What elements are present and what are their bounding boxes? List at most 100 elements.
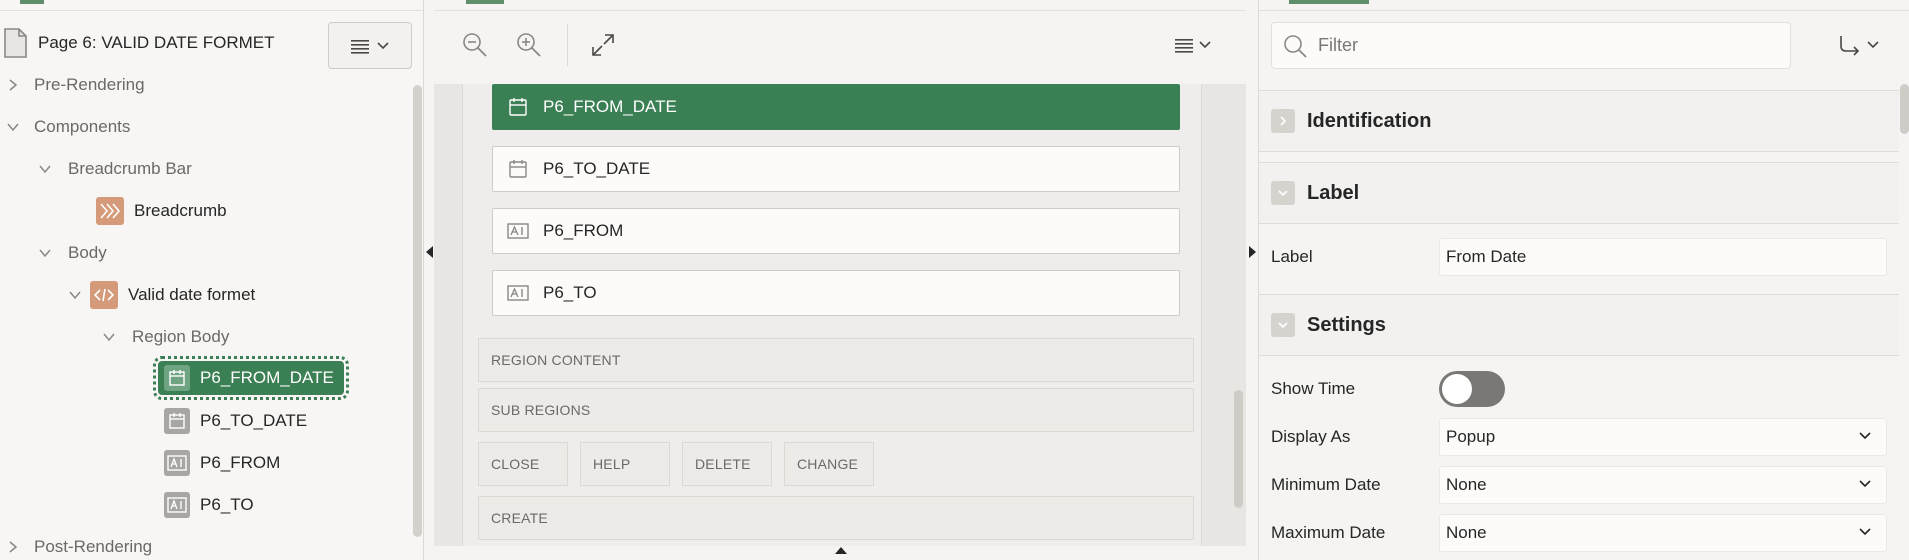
- slot-label: SUB REGIONS: [491, 402, 591, 418]
- page-node[interactable]: Page 6: VALID DATE FORMET: [0, 24, 275, 62]
- tree-node-p6-from[interactable]: P6_FROM: [164, 445, 280, 481]
- tree-node-p6-to[interactable]: P6_TO: [164, 487, 254, 523]
- chevron-down-icon: [39, 165, 51, 174]
- tree-scrollbar[interactable]: [413, 85, 422, 537]
- filter-input[interactable]: [1318, 35, 1758, 56]
- slot-label: DELETE: [695, 456, 751, 472]
- zoom-in-icon: [517, 33, 541, 57]
- hamburger-icon: [351, 39, 369, 54]
- text-field-icon: [507, 220, 529, 242]
- tree-node-p6-from-date[interactable]: P6_FROM_DATE: [153, 356, 349, 400]
- slot-close[interactable]: CLOSE: [478, 442, 568, 486]
- layout-item-p6-to-date[interactable]: P6_TO_DATE: [492, 146, 1180, 192]
- slot-label: CHANGE: [797, 456, 859, 472]
- tree-node-pre-rendering[interactable]: Pre-Rendering: [6, 67, 145, 103]
- chevron-down-icon: [1199, 41, 1211, 49]
- tree-node-label: Breadcrumb: [134, 201, 227, 220]
- slot-create[interactable]: CREATE: [478, 496, 1194, 540]
- tree-node-region-body[interactable]: Region Body: [102, 319, 229, 355]
- property-scrollbar[interactable]: [1900, 84, 1909, 134]
- chevron-down-icon: [1859, 432, 1871, 440]
- chevron-right-icon: [9, 79, 18, 91]
- tree-node-label: P6_TO_DATE: [200, 411, 308, 430]
- tree-node-label: Region Body: [132, 327, 230, 346]
- route-arrow-icon: [1840, 36, 1860, 56]
- tree-menu-button[interactable]: [328, 22, 412, 69]
- tree-node-label: Pre-Rendering: [34, 75, 145, 94]
- slot-sub-regions[interactable]: SUB REGIONS: [478, 388, 1194, 432]
- toolbar-divider: [567, 24, 568, 66]
- go-to-group-button[interactable]: [1829, 30, 1889, 60]
- property-value: Popup: [1446, 427, 1496, 446]
- layout-item-p6-from-date[interactable]: P6_FROM_DATE: [492, 84, 1180, 130]
- maximum-date-select[interactable]: None: [1439, 514, 1887, 552]
- tree-node-label: P6_FROM_DATE: [200, 368, 334, 387]
- section-label[interactable]: Label: [1259, 162, 1899, 224]
- page-title: Page 6: VALID DATE FORMET: [38, 33, 275, 52]
- tree-node-post-rendering[interactable]: Post-Rendering: [6, 529, 152, 560]
- text-field-icon: [507, 282, 529, 304]
- display-as-select[interactable]: Popup: [1439, 418, 1887, 456]
- tree-node-components[interactable]: Components: [6, 109, 130, 145]
- breadcrumb-icon: [96, 197, 124, 225]
- hamburger-icon: [1175, 39, 1193, 53]
- slot-help[interactable]: HELP: [580, 442, 670, 486]
- layout-item-p6-to[interactable]: P6_TO: [492, 270, 1180, 316]
- expand-gallery-icon[interactable]: [835, 547, 847, 554]
- layout-item-label: P6_FROM: [543, 221, 624, 240]
- chevron-down-icon: [377, 41, 389, 49]
- expand-button[interactable]: [588, 30, 618, 60]
- chevron-down-icon: [1271, 313, 1295, 337]
- tree-node-p6-to-date[interactable]: P6_TO_DATE: [164, 403, 307, 439]
- chevron-down-icon: [1867, 41, 1879, 49]
- property-filter[interactable]: [1271, 22, 1791, 69]
- chevron-down-icon: [39, 249, 51, 258]
- chevron-right-icon: [9, 541, 18, 553]
- zoom-out-icon: [463, 33, 487, 57]
- tree-node-body[interactable]: Body: [38, 235, 107, 271]
- minimum-date-select[interactable]: None: [1439, 466, 1887, 504]
- property-name: Minimum Date: [1271, 475, 1381, 494]
- property-name: Show Time: [1271, 379, 1356, 398]
- layout-canvas: P6_FROM_DATE P6_TO_DATE P6_FROM P6_TO RE…: [434, 84, 1246, 546]
- property-label: Label From Date: [1259, 236, 1899, 278]
- property-editor-pane: Identification Label Label From Date Set…: [1258, 0, 1909, 560]
- slot-region-content[interactable]: REGION CONTENT: [478, 338, 1194, 382]
- slot-label: HELP: [593, 456, 631, 472]
- tree-node-breadcrumb[interactable]: Breadcrumb: [96, 193, 227, 229]
- zoom-in-button[interactable]: [514, 30, 544, 60]
- label-value-field[interactable]: From Date: [1439, 238, 1887, 276]
- rendering-tree-pane: Page 6: VALID DATE FORMET Pre-Rendering …: [0, 0, 424, 560]
- layout-scrollbar[interactable]: [1234, 390, 1243, 508]
- property-name: Label: [1271, 247, 1313, 266]
- chevron-down-icon: [1271, 181, 1295, 205]
- tree-node-region-valid-date-formet[interactable]: Valid date formet: [68, 277, 255, 313]
- pane-top-border: [0, 10, 424, 11]
- slot-delete[interactable]: DELETE: [682, 442, 772, 486]
- pane-top-border: [1259, 10, 1909, 11]
- layout-item-p6-from[interactable]: P6_FROM: [492, 208, 1180, 254]
- layout-pane: P6_FROM_DATE P6_TO_DATE P6_FROM P6_TO RE…: [434, 0, 1246, 560]
- slot-change[interactable]: CHANGE: [784, 442, 874, 486]
- section-title: Settings: [1307, 313, 1386, 336]
- property-value: From Date: [1446, 247, 1527, 266]
- tree-node-label: Valid date formet: [128, 285, 256, 304]
- active-tab-indicator: [466, 0, 504, 4]
- show-time-toggle[interactable]: [1439, 371, 1505, 407]
- section-settings[interactable]: Settings: [1259, 294, 1899, 356]
- tree-node-label: P6_FROM: [200, 453, 281, 472]
- expand-icon: [592, 34, 614, 56]
- text-field-icon: [164, 450, 190, 476]
- zoom-out-button[interactable]: [460, 30, 490, 60]
- tree-node-breadcrumb-bar[interactable]: Breadcrumb Bar: [38, 151, 192, 187]
- collapse-left-pane-icon[interactable]: [426, 246, 433, 258]
- collapse-right-pane-icon[interactable]: [1249, 246, 1256, 258]
- calendar-icon: [507, 96, 529, 118]
- property-value: None: [1446, 475, 1487, 494]
- property-minimum-date: Minimum Date None: [1259, 464, 1899, 506]
- section-identification[interactable]: Identification: [1259, 90, 1899, 152]
- code-region-icon: [90, 281, 118, 309]
- chevron-right-icon: [1271, 109, 1295, 133]
- layout-menu-button[interactable]: [1168, 30, 1218, 60]
- layout-item-label: P6_FROM_DATE: [543, 97, 677, 116]
